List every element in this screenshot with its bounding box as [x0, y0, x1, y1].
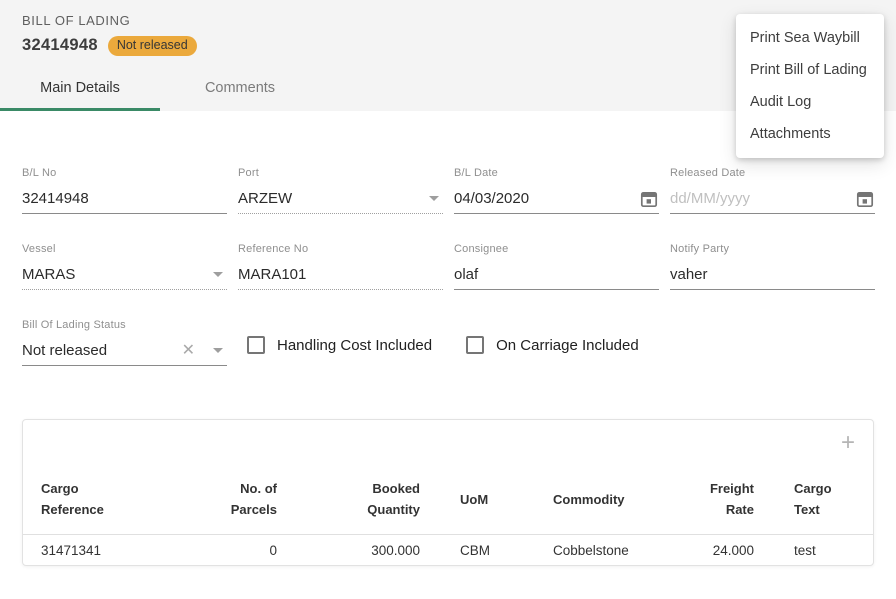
on-carriage-checkbox-item[interactable]: On Carriage Included — [466, 336, 639, 354]
port-label: Port — [238, 167, 443, 179]
chevron-down-icon — [213, 272, 223, 277]
released-date-label: Released Date — [670, 167, 875, 179]
document-number: 32414948 — [22, 36, 98, 55]
vessel-value: MARAS — [22, 266, 205, 283]
notify-party-value: vaher — [670, 266, 875, 283]
tab-bar: Main Details Comments — [0, 67, 320, 111]
field-bl-date: B/L Date 04/03/2020 — [454, 167, 659, 214]
handling-cost-checkbox-label: Handling Cost Included — [277, 337, 432, 354]
field-notify-party: Notify Party vaher — [670, 243, 875, 290]
cell-cargo-reference: 31471341 — [23, 535, 223, 566]
released-date-input[interactable]: dd/MM/yyyy — [670, 184, 875, 214]
cell-uom: CBM — [420, 535, 515, 566]
cargo-card-toolbar: + — [23, 420, 873, 466]
cargo-table-header-row: Cargo Reference No. of Parcels Booked Qu… — [23, 466, 873, 535]
field-released-date: Released Date dd/MM/yyyy — [670, 167, 875, 214]
status-and-options-row: Bill Of Lading Status Not released ✕ Han… — [22, 319, 874, 366]
bl-no-value: 32414948 — [22, 190, 227, 207]
calendar-icon[interactable] — [639, 189, 659, 209]
port-value: ARZEW — [238, 190, 421, 207]
tab-comments[interactable]: Comments — [160, 67, 320, 111]
checkbox-icon[interactable] — [247, 336, 265, 354]
bol-status-select[interactable]: Not released ✕ — [22, 336, 227, 366]
cell-commodity: Cobbelstone — [515, 535, 675, 566]
cargo-table: Cargo Reference No. of Parcels Booked Qu… — [23, 466, 873, 565]
vessel-select[interactable]: MARAS — [22, 260, 227, 290]
bl-date-label: B/L Date — [454, 167, 659, 179]
field-bol-status: Bill Of Lading Status Not released ✕ — [22, 319, 227, 366]
bl-date-value: 04/03/2020 — [454, 190, 633, 207]
cell-freight-rate: 24.000 — [675, 535, 754, 566]
column-header-cargo-text: Cargo Text — [754, 466, 873, 535]
port-select[interactable]: ARZEW — [238, 184, 443, 214]
menu-item-attachments[interactable]: Attachments — [736, 118, 884, 150]
field-consignee: Consignee olaf — [454, 243, 659, 290]
bl-date-input[interactable]: 04/03/2020 — [454, 184, 659, 214]
add-cargo-line-button[interactable]: + — [841, 431, 855, 455]
main-details-panel: B/L No 32414948 Port ARZEW B/L Date 04/0… — [0, 111, 896, 566]
bl-no-input[interactable]: 32414948 — [22, 184, 227, 214]
notify-party-label: Notify Party — [670, 243, 875, 255]
column-header-cargo-reference: Cargo Reference — [23, 466, 223, 535]
menu-item-print-sea-waybill[interactable]: Print Sea Waybill — [736, 22, 884, 54]
tab-main-details[interactable]: Main Details — [0, 67, 160, 111]
field-reference-no: Reference No MARA101 — [238, 243, 443, 290]
notify-party-input[interactable]: vaher — [670, 260, 875, 290]
form-grid: B/L No 32414948 Port ARZEW B/L Date 04/0… — [22, 167, 874, 290]
field-bl-no: B/L No 32414948 — [22, 167, 227, 214]
tab-main-details-label: Main Details — [40, 80, 120, 96]
bol-status-label: Bill Of Lading Status — [22, 319, 227, 331]
context-menu: Print Sea Waybill Print Bill of Lading A… — [736, 14, 884, 158]
reference-no-input[interactable]: MARA101 — [238, 260, 443, 290]
column-header-commodity: Commodity — [515, 466, 675, 535]
column-header-freight-rate: Freight Rate — [675, 466, 754, 535]
tab-comments-label: Comments — [205, 80, 275, 96]
reference-no-label: Reference No — [238, 243, 443, 255]
on-carriage-checkbox-label: On Carriage Included — [496, 337, 639, 354]
status-badge: Not released — [108, 36, 197, 56]
consignee-value: olaf — [454, 266, 659, 283]
cell-no-of-parcels: 0 — [223, 535, 277, 566]
column-header-uom: UoM — [420, 466, 515, 535]
field-vessel: Vessel MARAS — [22, 243, 227, 290]
menu-item-audit-log[interactable]: Audit Log — [736, 86, 884, 118]
chevron-down-icon — [213, 348, 223, 353]
chevron-down-icon — [429, 196, 439, 201]
handling-cost-checkbox-item[interactable]: Handling Cost Included — [247, 336, 432, 354]
reference-no-value: MARA101 — [238, 266, 443, 283]
consignee-label: Consignee — [454, 243, 659, 255]
bl-no-label: B/L No — [22, 167, 227, 179]
checkbox-icon[interactable] — [466, 336, 484, 354]
cell-cargo-text: test — [754, 535, 873, 566]
released-date-placeholder: dd/MM/yyyy — [670, 190, 849, 207]
column-header-booked-quantity: Booked Quantity — [277, 466, 420, 535]
consignee-input[interactable]: olaf — [454, 260, 659, 290]
cell-booked-quantity: 300.000 — [277, 535, 420, 566]
bill-of-lading-page: BILL OF LADING 32414948 Not released Mai… — [0, 0, 896, 566]
menu-item-print-bill-of-lading[interactable]: Print Bill of Lading — [736, 54, 884, 86]
bol-status-value: Not released — [22, 342, 182, 359]
column-header-no-of-parcels: No. of Parcels — [223, 466, 277, 535]
calendar-icon[interactable] — [855, 189, 875, 209]
field-port: Port ARZEW — [238, 167, 443, 214]
vessel-label: Vessel — [22, 243, 227, 255]
cargo-lines-card: + Cargo Reference No. of Parcels Booked … — [22, 419, 874, 566]
table-row[interactable]: 31471341 0 300.000 CBM Cobbelstone 24.00… — [23, 535, 873, 566]
clear-icon[interactable]: ✕ — [182, 343, 195, 359]
